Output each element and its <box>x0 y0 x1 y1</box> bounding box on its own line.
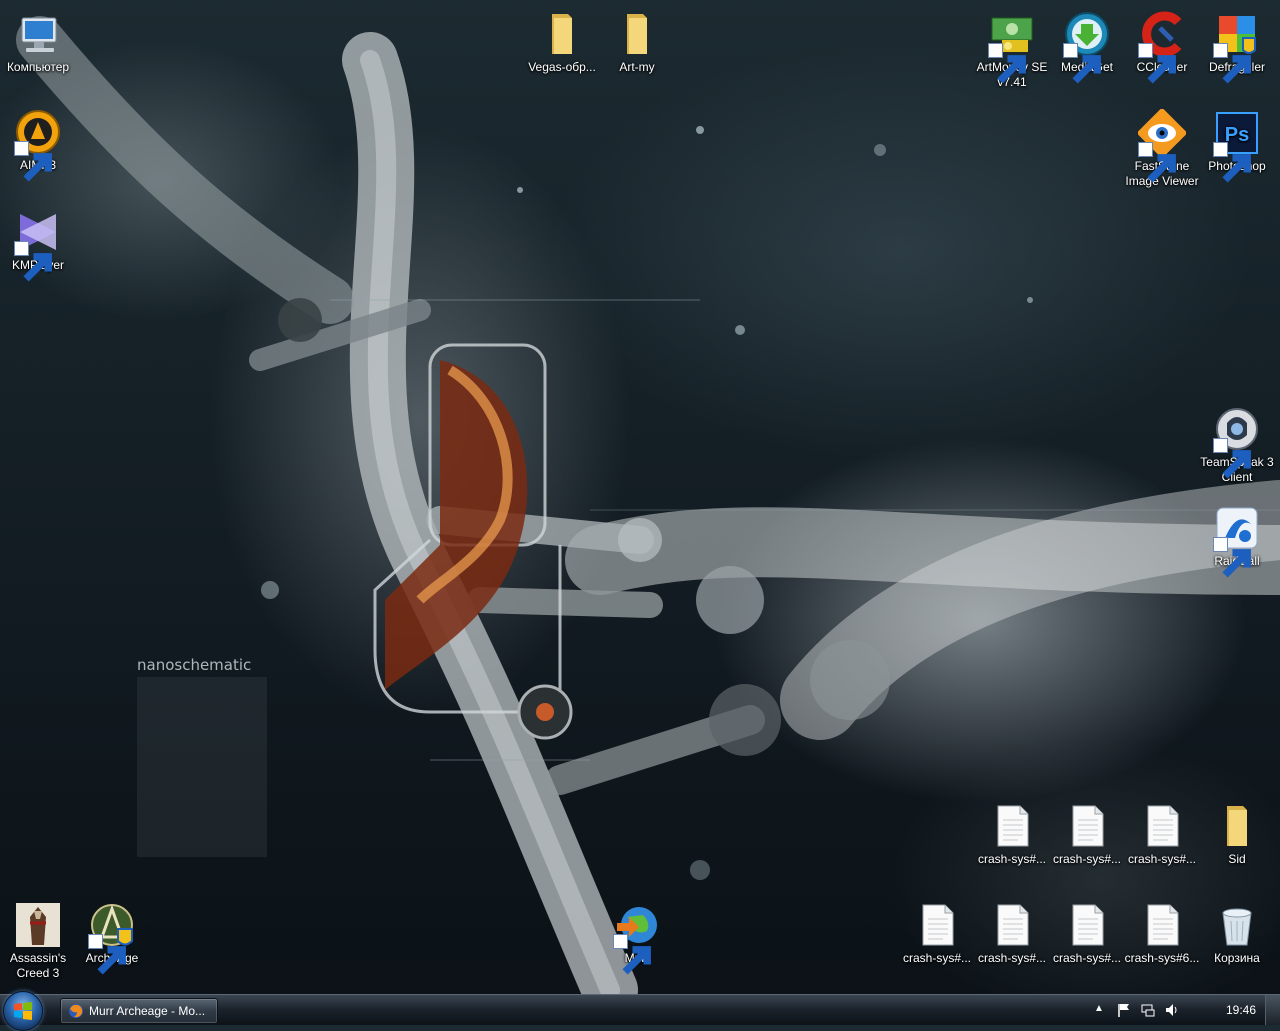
desktop-icon-crash-file-1[interactable]: crash-sys#... <box>974 798 1050 867</box>
desktop-icon-aimp3[interactable]: AIMP3 <box>0 104 76 182</box>
folder-icon <box>613 10 661 58</box>
network-icon[interactable] <box>1140 1002 1156 1018</box>
aimp-icon <box>14 108 62 182</box>
mediaget-icon <box>1063 10 1111 84</box>
icon-label: Корзина <box>1214 951 1260 965</box>
desktop-icon-vegas-folder[interactable]: Vegas-обр... <box>524 6 600 75</box>
desktop-icon-defraggler[interactable]: Defraggler <box>1199 6 1275 84</box>
text-file-icon <box>1063 802 1111 850</box>
desktop-icon-artmoney[interactable]: ArtMoney SE v7.41 <box>974 6 1050 90</box>
windows-logo-icon <box>14 1002 32 1020</box>
shortcut-arrow-icon <box>88 934 126 975</box>
shortcut-arrow-icon <box>1138 43 1176 84</box>
desktop-icon-faststone[interactable]: FastStone Image Viewer <box>1124 105 1200 189</box>
shortcut-arrow-icon <box>1213 438 1251 479</box>
icon-label: Art-my <box>619 60 655 74</box>
internet-shortcut-icon <box>613 901 661 975</box>
ccleaner-icon <box>1138 10 1186 84</box>
kmplayer-icon <box>14 208 62 282</box>
shortcut-arrow-icon <box>1138 142 1176 183</box>
computer-icon <box>14 10 62 58</box>
artmoney-icon <box>988 10 1036 84</box>
icon-label: crash-sys#... <box>1052 951 1121 965</box>
taskbar-window-button[interactable]: Murr Archeage - Mo... <box>60 998 218 1024</box>
shortcut-arrow-icon <box>1213 142 1251 183</box>
defraggler-icon <box>1213 10 1261 84</box>
desktop-icon-crash-file-2[interactable]: crash-sys#... <box>1049 798 1125 867</box>
shortcut-arrow-icon <box>988 43 1026 84</box>
wallpaper-logo-text: nanoschematic <box>137 656 251 674</box>
desktop-icon-recycle-bin[interactable]: Корзина <box>1199 897 1275 966</box>
desktop-icon-kmplayer[interactable]: KMPlayer <box>0 204 76 282</box>
taskbar-window-label: Murr Archeage - Mo... <box>89 1004 206 1018</box>
text-file-icon <box>988 802 1036 850</box>
icon-label: Компьютер <box>6 60 70 74</box>
desktop-icon-mediaget[interactable]: MediaGet <box>1049 6 1125 84</box>
icon-label: crash-sys#... <box>1052 852 1121 866</box>
desktop-icon-murr[interactable]: Murr <box>599 897 675 975</box>
desktop-icon-assassins-creed-3[interactable]: Assassin's Creed 3 <box>0 897 76 981</box>
volume-icon[interactable] <box>1164 1002 1180 1018</box>
archeage-icon <box>88 901 136 975</box>
shortcut-arrow-icon <box>14 141 52 182</box>
desktop-icon-crash-file-5[interactable]: crash-sys#... <box>974 897 1050 966</box>
shortcut-arrow-icon <box>1213 43 1251 84</box>
text-file-icon <box>1063 901 1111 949</box>
desktop-icon-computer[interactable]: Компьютер <box>0 6 76 75</box>
icon-label: Sid <box>1228 852 1246 866</box>
icon-label: crash-sys#... <box>902 951 971 965</box>
desktop-icon-crash-file-6[interactable]: crash-sys#... <box>1049 897 1125 966</box>
desktop-icon-artmy-folder[interactable]: Art-my <box>599 6 675 75</box>
assassins-creed-icon <box>14 901 62 949</box>
firefox-icon <box>69 1004 83 1018</box>
recycle-bin-icon <box>1213 901 1261 949</box>
desktop-icon-archeage[interactable]: ArcheAge <box>74 897 150 975</box>
icon-label: crash-sys#... <box>977 951 1046 965</box>
desktop-icon-teamspeak[interactable]: TeamSpeak 3 Client <box>1199 401 1275 485</box>
text-file-icon <box>1138 802 1186 850</box>
icon-label: crash-sys#... <box>1127 852 1196 866</box>
text-file-icon <box>913 901 961 949</box>
taskbar: Murr Archeage - Mo... ▲ 19:46 <box>0 991 1280 1031</box>
desktop-icon-sid-folder[interactable]: Sid <box>1199 798 1275 867</box>
desktop-icon-ccleaner[interactable]: CCleaner <box>1124 6 1200 84</box>
text-file-icon <box>988 901 1036 949</box>
folder-icon <box>538 10 586 58</box>
teamspeak-icon <box>1213 405 1261 479</box>
icon-label: Vegas-обр... <box>528 60 596 74</box>
system-tray: ▲ 19:46 <box>1090 995 1280 1025</box>
icon-label: crash-sys#6... <box>1124 951 1200 965</box>
action-center-flag-icon[interactable] <box>1116 1002 1132 1018</box>
tray-expand-icon[interactable]: ▲ <box>1094 1003 1110 1019</box>
show-desktop-button[interactable] <box>1265 995 1280 1025</box>
shortcut-arrow-icon <box>613 934 651 975</box>
shortcut-arrow-icon <box>14 241 52 282</box>
icon-label: crash-sys#... <box>977 852 1046 866</box>
desktop-icon-photoshop[interactable]: Ps Photoshop <box>1199 105 1275 183</box>
shortcut-arrow-icon <box>1063 43 1101 84</box>
desktop-icon-crash-file-3[interactable]: crash-sys#... <box>1124 798 1200 867</box>
photoshop-icon: Ps <box>1213 109 1261 183</box>
shortcut-arrow-icon <box>1213 537 1251 578</box>
desktop-icon-crash-file-4[interactable]: crash-sys#... <box>899 897 975 966</box>
desktop-icon-raidcall[interactable]: RaidCall <box>1199 500 1275 578</box>
start-button[interactable] <box>3 991 43 1031</box>
faststone-icon <box>1138 109 1186 183</box>
text-file-icon <box>1138 901 1186 949</box>
taskbar-clock[interactable]: 19:46 <box>1226 1003 1256 1017</box>
folder-icon <box>1213 802 1261 850</box>
raidcall-icon <box>1213 504 1261 578</box>
desktop-icon-crash-file-7[interactable]: crash-sys#6... <box>1124 897 1200 966</box>
icon-label: Assassin's Creed 3 <box>9 951 67 980</box>
